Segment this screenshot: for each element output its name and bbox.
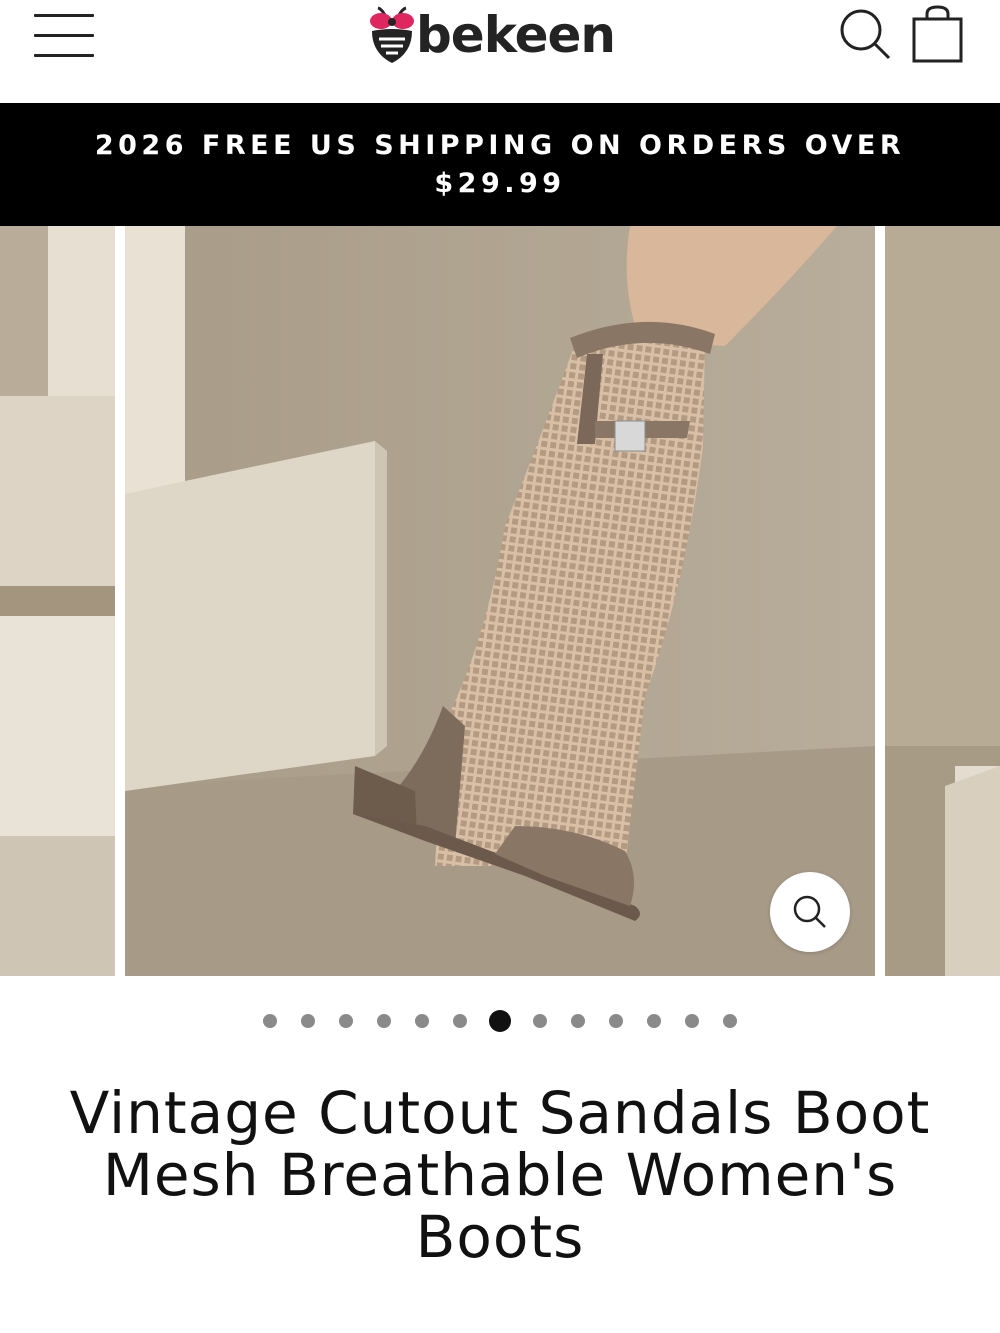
carousel-dot[interactable] [263, 1014, 277, 1028]
brand-logo[interactable]: bekeen [366, 2, 636, 68]
shopping-bag-icon [912, 5, 963, 63]
carousel-dot[interactable] [453, 1014, 467, 1028]
carousel-dot[interactable] [609, 1014, 623, 1028]
carousel-dot[interactable] [533, 1014, 547, 1028]
search-icon [840, 9, 891, 60]
product-title: Vintage Cutout Sandals Boot Mesh Breatha… [69, 1079, 931, 1271]
carousel-dot[interactable] [647, 1014, 661, 1028]
product-image-carousel[interactable] [0, 226, 1000, 976]
carousel-dot[interactable] [339, 1014, 353, 1028]
cart-button[interactable] [910, 4, 966, 64]
search-button[interactable] [836, 6, 894, 62]
carousel-pagination [0, 1006, 1000, 1036]
next-slide[interactable] [885, 226, 1000, 976]
announcement-bar: 2026 FREE US SHIPPING ON ORDERS OVER $29… [0, 103, 1000, 226]
brand-name: bekeen [416, 6, 616, 64]
bee-logo-icon [370, 6, 414, 63]
carousel-dot[interactable] [571, 1014, 585, 1028]
previous-product-image [0, 226, 115, 976]
carousel-dot[interactable] [723, 1014, 737, 1028]
carousel-dot[interactable] [301, 1014, 315, 1028]
carousel-dot[interactable] [685, 1014, 699, 1028]
carousel-dot-active[interactable] [489, 1010, 511, 1032]
hamburger-menu-line [34, 34, 94, 37]
previous-slide[interactable] [0, 226, 115, 976]
carousel-dot[interactable] [415, 1014, 429, 1028]
hamburger-menu-line [34, 54, 94, 57]
site-header: bekeen [0, 0, 1000, 103]
announcement-text: 2026 FREE US SHIPPING ON ORDERS OVER $29… [94, 129, 906, 199]
hamburger-menu-icon [34, 14, 94, 17]
zoom-button[interactable] [770, 872, 850, 952]
product-image-mesh-boot [125, 226, 875, 976]
carousel-dot[interactable] [377, 1014, 391, 1028]
active-slide[interactable] [125, 226, 875, 976]
menu-button[interactable] [34, 12, 94, 57]
zoom-icon [793, 895, 826, 928]
next-product-image [885, 226, 1000, 976]
